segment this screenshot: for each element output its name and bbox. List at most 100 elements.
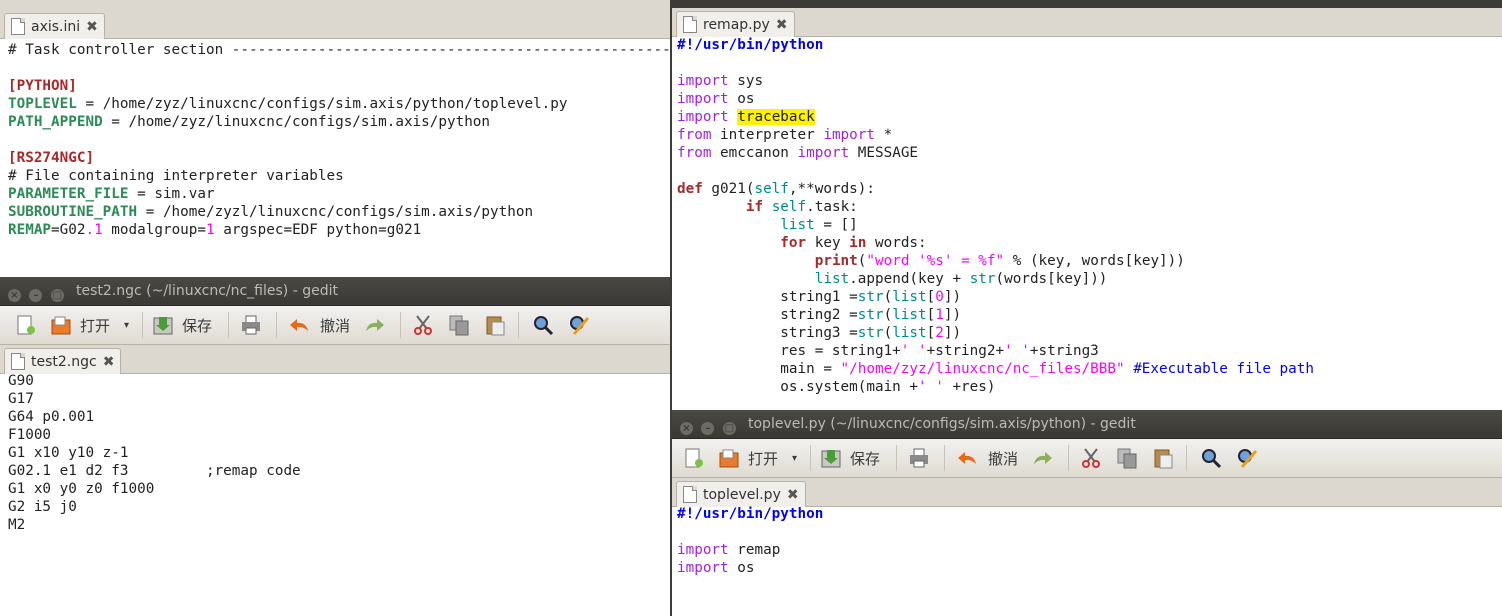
toplevel-titlebar[interactable]: × – □ toplevel.py (~/linuxcnc/configs/si…	[672, 410, 1502, 439]
tab-test2-ngc[interactable]: test2.ngc ✖	[4, 348, 122, 374]
toolbar-separator	[896, 445, 897, 471]
dropdown-arrow-icon: ▾	[792, 452, 798, 464]
axis-ini-pane: axis.ini ✖ # Task controller section ---…	[0, 10, 670, 278]
new-button[interactable]	[14, 311, 36, 339]
tab-label: toplevel.py	[703, 486, 781, 503]
code-token: # Task controller section --------------…	[8, 42, 670, 58]
code-token: from	[677, 127, 712, 143]
print-button[interactable]	[908, 444, 930, 472]
print-button[interactable]	[240, 311, 262, 339]
save-button[interactable]: 保存	[152, 311, 212, 339]
code-line: # File containing interpreter variables	[8, 167, 670, 185]
open-button[interactable]: 打开	[718, 444, 778, 472]
close-window-button[interactable]: ×	[680, 422, 693, 435]
toolbar-separator	[810, 445, 811, 471]
toolbar-separator	[944, 445, 945, 471]
code-token: str	[857, 289, 884, 305]
test2-editor[interactable]: G90 G17 G64 p0.001 F1000 G1 x10 y10 z-1 G02.1…	[8, 372, 670, 534]
paste-button[interactable]	[1152, 444, 1174, 472]
copy-button[interactable]	[1116, 444, 1138, 472]
code-token: def	[677, 181, 703, 197]
find-button[interactable]	[532, 311, 554, 339]
code-token: = /home/zyz/linuxcnc/configs/sim.axis/py…	[76, 96, 568, 112]
minimize-window-button[interactable]: –	[29, 289, 43, 302]
minimize-window-button[interactable]: –	[701, 422, 715, 435]
remap-editor[interactable]: #!/usr/bin/python import sys import os impo…	[677, 36, 1502, 396]
tab-toplevel-py[interactable]: toplevel.py ✖	[676, 481, 806, 507]
close-window-button[interactable]: ×	[8, 289, 21, 302]
toplevel-editor[interactable]: #!/usr/bin/python import remap import os	[677, 505, 1502, 577]
save-button[interactable]: 保存	[820, 444, 880, 472]
code-line: G2 i5 j0	[8, 498, 670, 516]
code-token: "word '%s' = %f"	[866, 253, 1005, 269]
code-token: os	[728, 91, 755, 107]
code-token: g021(	[702, 181, 755, 197]
file-icon	[683, 16, 697, 33]
open-button[interactable]: 打开	[50, 311, 110, 339]
code-token: +string3	[1029, 343, 1099, 359]
code-token: traceback	[737, 109, 815, 125]
code-token: modalgroup=	[102, 222, 206, 238]
code-token: string2 =	[677, 307, 858, 323]
cut-button[interactable]	[1080, 444, 1102, 472]
test2-titlebar[interactable]: × – □ test2.ngc (~/linuxcnc/nc_files) - …	[0, 277, 670, 306]
close-tab-icon[interactable]: ✖	[103, 354, 115, 370]
open-dropdown[interactable]: ▾	[792, 444, 797, 472]
replace-button[interactable]	[568, 311, 590, 339]
axis-ini-tabstrip: axis.ini ✖	[0, 10, 670, 39]
replace-button[interactable]	[1236, 444, 1258, 472]
undo-label: 撤消	[988, 449, 1019, 468]
code-line: G64 p0.001	[8, 408, 670, 426]
search-icon	[532, 314, 554, 336]
code-token: PARAMETER_FILE	[8, 186, 129, 202]
code-token: emccanon	[711, 145, 798, 161]
code-token: +res)	[943, 379, 996, 395]
find-button[interactable]	[1200, 444, 1222, 472]
code-token: print	[814, 253, 858, 269]
code-token: key	[806, 235, 850, 251]
redo-button[interactable]	[1032, 444, 1054, 472]
find-replace-icon	[568, 314, 590, 336]
code-token: ' '	[900, 343, 927, 359]
paste-button[interactable]	[484, 311, 506, 339]
maximize-window-button[interactable]: □	[50, 289, 64, 302]
code-token: ])	[943, 307, 962, 323]
code-token: G1 x10 y10 z-1	[8, 445, 129, 461]
code-token: from	[677, 145, 712, 161]
close-tab-icon[interactable]: ✖	[787, 487, 799, 503]
new-button[interactable]	[682, 444, 704, 472]
close-tab-icon[interactable]: ✖	[776, 17, 788, 33]
code-line: string2 =str(list[1])	[677, 306, 1502, 324]
undo-button[interactable]: 撤消	[956, 444, 1018, 472]
redo-button[interactable]	[364, 311, 386, 339]
copy-button[interactable]	[448, 311, 470, 339]
code-line: TOPLEVEL = /home/zyz/linuxcnc/configs/si…	[8, 95, 670, 113]
code-line: list.append(key + str(words[key]))	[677, 270, 1502, 288]
axis-ini-editor[interactable]: # Task controller section --------------…	[8, 41, 670, 239]
code-token: = sim.var	[128, 186, 215, 202]
open-dropdown[interactable]: ▾	[124, 311, 129, 339]
close-tab-icon[interactable]: ✖	[86, 19, 98, 35]
toolbar-separator	[518, 312, 519, 338]
code-token: (	[883, 307, 893, 323]
code-line: M2	[8, 516, 670, 534]
code-token: = /home/zyzl/linuxcnc/configs/sim.axis/p…	[137, 204, 534, 220]
code-line: print("word '%s' = %f" % (key, words[key…	[677, 252, 1502, 270]
code-token: #!/usr/bin/python	[677, 506, 824, 522]
remap-py-pane: remap.py ✖ #!/usr/bin/python import sys im…	[672, 8, 1502, 410]
code-line: G1 x0 y0 z0 f1000	[8, 480, 670, 498]
code-token: *	[875, 127, 893, 143]
code-token: list	[892, 289, 927, 305]
tab-remap-py[interactable]: remap.py ✖	[676, 11, 795, 37]
undo-button[interactable]: 撤消	[288, 311, 350, 339]
cut-button[interactable]	[412, 311, 434, 339]
tab-axis-ini[interactable]: axis.ini ✖	[4, 13, 105, 39]
code-line: G90	[8, 372, 670, 390]
code-token: import	[677, 109, 729, 125]
test2-window: × – □ test2.ngc (~/linuxcnc/nc_files) - …	[0, 277, 670, 616]
code-token: in	[849, 235, 867, 251]
maximize-window-button[interactable]: □	[722, 422, 736, 435]
save-icon	[152, 314, 174, 336]
